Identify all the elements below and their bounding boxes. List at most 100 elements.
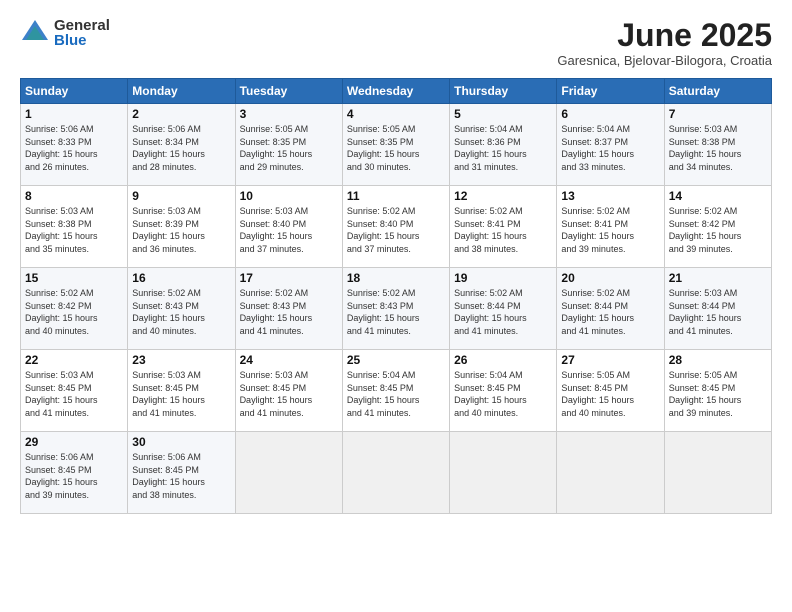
day-info: Sunrise: 5:03 AMSunset: 8:44 PMDaylight:… (669, 287, 767, 337)
weekday-header-row: Sunday Monday Tuesday Wednesday Thursday… (21, 79, 772, 104)
logo-blue-text: Blue (54, 33, 110, 48)
table-row: 9 Sunrise: 5:03 AMSunset: 8:39 PMDaylight… (128, 186, 235, 268)
table-row: 27Sunrise: 5:05 AMSunset: 8:45 PMDayligh… (557, 350, 664, 432)
day-info: Sunrise: 5:03 AMSunset: 8:45 PMDaylight:… (25, 369, 123, 419)
day-info: Sunrise: 5:03 AMSunset: 8:45 PMDaylight:… (240, 369, 338, 419)
table-row: 11 Sunrise: 5:02 AMSunset: 8:40 PMDayligh… (342, 186, 449, 268)
day-number: 30 (132, 435, 230, 449)
table-row: 13 Sunrise: 5:02 AMSunset: 8:41 PMDayligh… (557, 186, 664, 268)
day-info: Sunrise: 5:05 AMSunset: 8:35 PMDaylight:… (240, 123, 338, 173)
table-row: 15 Sunrise: 5:02 AMSunset: 8:42 PMDayligh… (21, 268, 128, 350)
day-number: 14 (669, 189, 767, 203)
logo-general-text: General (54, 18, 110, 33)
day-info: Sunrise: 5:02 AMSunset: 8:40 PMDaylight:… (347, 205, 445, 255)
page: General Blue June 2025 Garesnica, Bjelov… (0, 0, 792, 612)
day-number: 1 (25, 107, 123, 121)
day-info: Sunrise: 5:06 AMSunset: 8:34 PMDaylight:… (132, 123, 230, 173)
table-row: 29 Sunrise: 5:06 AMSunset: 8:45 PMDayligh… (21, 432, 128, 514)
table-row: 20 Sunrise: 5:02 AMSunset: 8:44 PMDayligh… (557, 268, 664, 350)
col-saturday: Saturday (664, 79, 771, 104)
day-number: 17 (240, 271, 338, 285)
day-info: Sunrise: 5:02 AMSunset: 8:41 PMDaylight:… (454, 205, 552, 255)
day-number: 12 (454, 189, 552, 203)
day-number: 20 (561, 271, 659, 285)
day-number: 15 (25, 271, 123, 285)
calendar-header: Sunday Monday Tuesday Wednesday Thursday… (21, 79, 772, 104)
day-number: 26 (454, 353, 552, 367)
day-info: Sunrise: 5:06 AMSunset: 8:45 PMDaylight:… (25, 451, 123, 501)
calendar-body: 1 Sunrise: 5:06 AMSunset: 8:33 PMDaylight… (21, 104, 772, 514)
day-info: Sunrise: 5:03 AMSunset: 8:40 PMDaylight:… (240, 205, 338, 255)
calendar-week-5: 29 Sunrise: 5:06 AMSunset: 8:45 PMDayligh… (21, 432, 772, 514)
table-row: 22Sunrise: 5:03 AMSunset: 8:45 PMDayligh… (21, 350, 128, 432)
day-info: Sunrise: 5:04 AMSunset: 8:45 PMDaylight:… (347, 369, 445, 419)
day-info: Sunrise: 5:02 AMSunset: 8:44 PMDaylight:… (454, 287, 552, 337)
table-row (664, 432, 771, 514)
day-info: Sunrise: 5:05 AMSunset: 8:45 PMDaylight:… (669, 369, 767, 419)
calendar-week-3: 15 Sunrise: 5:02 AMSunset: 8:42 PMDayligh… (21, 268, 772, 350)
day-number: 16 (132, 271, 230, 285)
month-title: June 2025 (557, 18, 772, 53)
day-info: Sunrise: 5:02 AMSunset: 8:42 PMDaylight:… (25, 287, 123, 337)
day-info: Sunrise: 5:02 AMSunset: 8:41 PMDaylight:… (561, 205, 659, 255)
title-block: June 2025 Garesnica, Bjelovar-Bilogora, … (557, 18, 772, 68)
logo-text: General Blue (54, 18, 110, 48)
day-number: 11 (347, 189, 445, 203)
table-row: 21 Sunrise: 5:03 AMSunset: 8:44 PMDayligh… (664, 268, 771, 350)
day-info: Sunrise: 5:02 AMSunset: 8:44 PMDaylight:… (561, 287, 659, 337)
day-info: Sunrise: 5:03 AMSunset: 8:45 PMDaylight:… (132, 369, 230, 419)
table-row (342, 432, 449, 514)
day-number: 21 (669, 271, 767, 285)
day-info: Sunrise: 5:02 AMSunset: 8:43 PMDaylight:… (132, 287, 230, 337)
day-number: 10 (240, 189, 338, 203)
day-info: Sunrise: 5:03 AMSunset: 8:38 PMDaylight:… (25, 205, 123, 255)
day-number: 24 (240, 353, 338, 367)
table-row: 17 Sunrise: 5:02 AMSunset: 8:43 PMDayligh… (235, 268, 342, 350)
table-row: 10 Sunrise: 5:03 AMSunset: 8:40 PMDayligh… (235, 186, 342, 268)
day-info: Sunrise: 5:06 AMSunset: 8:33 PMDaylight:… (25, 123, 123, 173)
col-wednesday: Wednesday (342, 79, 449, 104)
day-info: Sunrise: 5:02 AMSunset: 8:43 PMDaylight:… (240, 287, 338, 337)
table-row (557, 432, 664, 514)
day-number: 5 (454, 107, 552, 121)
calendar-week-4: 22Sunrise: 5:03 AMSunset: 8:45 PMDayligh… (21, 350, 772, 432)
col-sunday: Sunday (21, 79, 128, 104)
day-number: 6 (561, 107, 659, 121)
table-row: 26 Sunrise: 5:04 AMSunset: 8:45 PMDayligh… (450, 350, 557, 432)
header: General Blue June 2025 Garesnica, Bjelov… (20, 18, 772, 68)
table-row: 7Sunrise: 5:03 AMSunset: 8:38 PMDaylight… (664, 104, 771, 186)
day-info: Sunrise: 5:04 AMSunset: 8:36 PMDaylight:… (454, 123, 552, 173)
day-info: Sunrise: 5:06 AMSunset: 8:45 PMDaylight:… (132, 451, 230, 501)
table-row: 1 Sunrise: 5:06 AMSunset: 8:33 PMDaylight… (21, 104, 128, 186)
table-row: 19 Sunrise: 5:02 AMSunset: 8:44 PMDayligh… (450, 268, 557, 350)
day-number: 9 (132, 189, 230, 203)
location: Garesnica, Bjelovar-Bilogora, Croatia (557, 53, 772, 68)
day-number: 25 (347, 353, 445, 367)
table-row: 25 Sunrise: 5:04 AMSunset: 8:45 PMDayligh… (342, 350, 449, 432)
day-number: 3 (240, 107, 338, 121)
day-number: 2 (132, 107, 230, 121)
day-number: 19 (454, 271, 552, 285)
day-number: 18 (347, 271, 445, 285)
day-info: Sunrise: 5:02 AMSunset: 8:43 PMDaylight:… (347, 287, 445, 337)
day-number: 29 (25, 435, 123, 449)
table-row: 18 Sunrise: 5:02 AMSunset: 8:43 PMDayligh… (342, 268, 449, 350)
table-row: 2 Sunrise: 5:06 AMSunset: 8:34 PMDaylight… (128, 104, 235, 186)
table-row (235, 432, 342, 514)
day-info: Sunrise: 5:04 AMSunset: 8:37 PMDaylight:… (561, 123, 659, 173)
day-number: 4 (347, 107, 445, 121)
col-thursday: Thursday (450, 79, 557, 104)
table-row: 4Sunrise: 5:05 AMSunset: 8:35 PMDaylight… (342, 104, 449, 186)
day-info: Sunrise: 5:02 AMSunset: 8:42 PMDaylight:… (669, 205, 767, 255)
day-info: Sunrise: 5:04 AMSunset: 8:45 PMDaylight:… (454, 369, 552, 419)
col-friday: Friday (557, 79, 664, 104)
table-row: 24 Sunrise: 5:03 AMSunset: 8:45 PMDayligh… (235, 350, 342, 432)
table-row: 23 Sunrise: 5:03 AMSunset: 8:45 PMDayligh… (128, 350, 235, 432)
day-number: 27 (561, 353, 659, 367)
day-number: 23 (132, 353, 230, 367)
logo: General Blue (20, 18, 110, 48)
table-row: 5 Sunrise: 5:04 AMSunset: 8:36 PMDaylight… (450, 104, 557, 186)
day-info: Sunrise: 5:03 AMSunset: 8:39 PMDaylight:… (132, 205, 230, 255)
day-number: 13 (561, 189, 659, 203)
table-row: 8Sunrise: 5:03 AMSunset: 8:38 PMDaylight… (21, 186, 128, 268)
